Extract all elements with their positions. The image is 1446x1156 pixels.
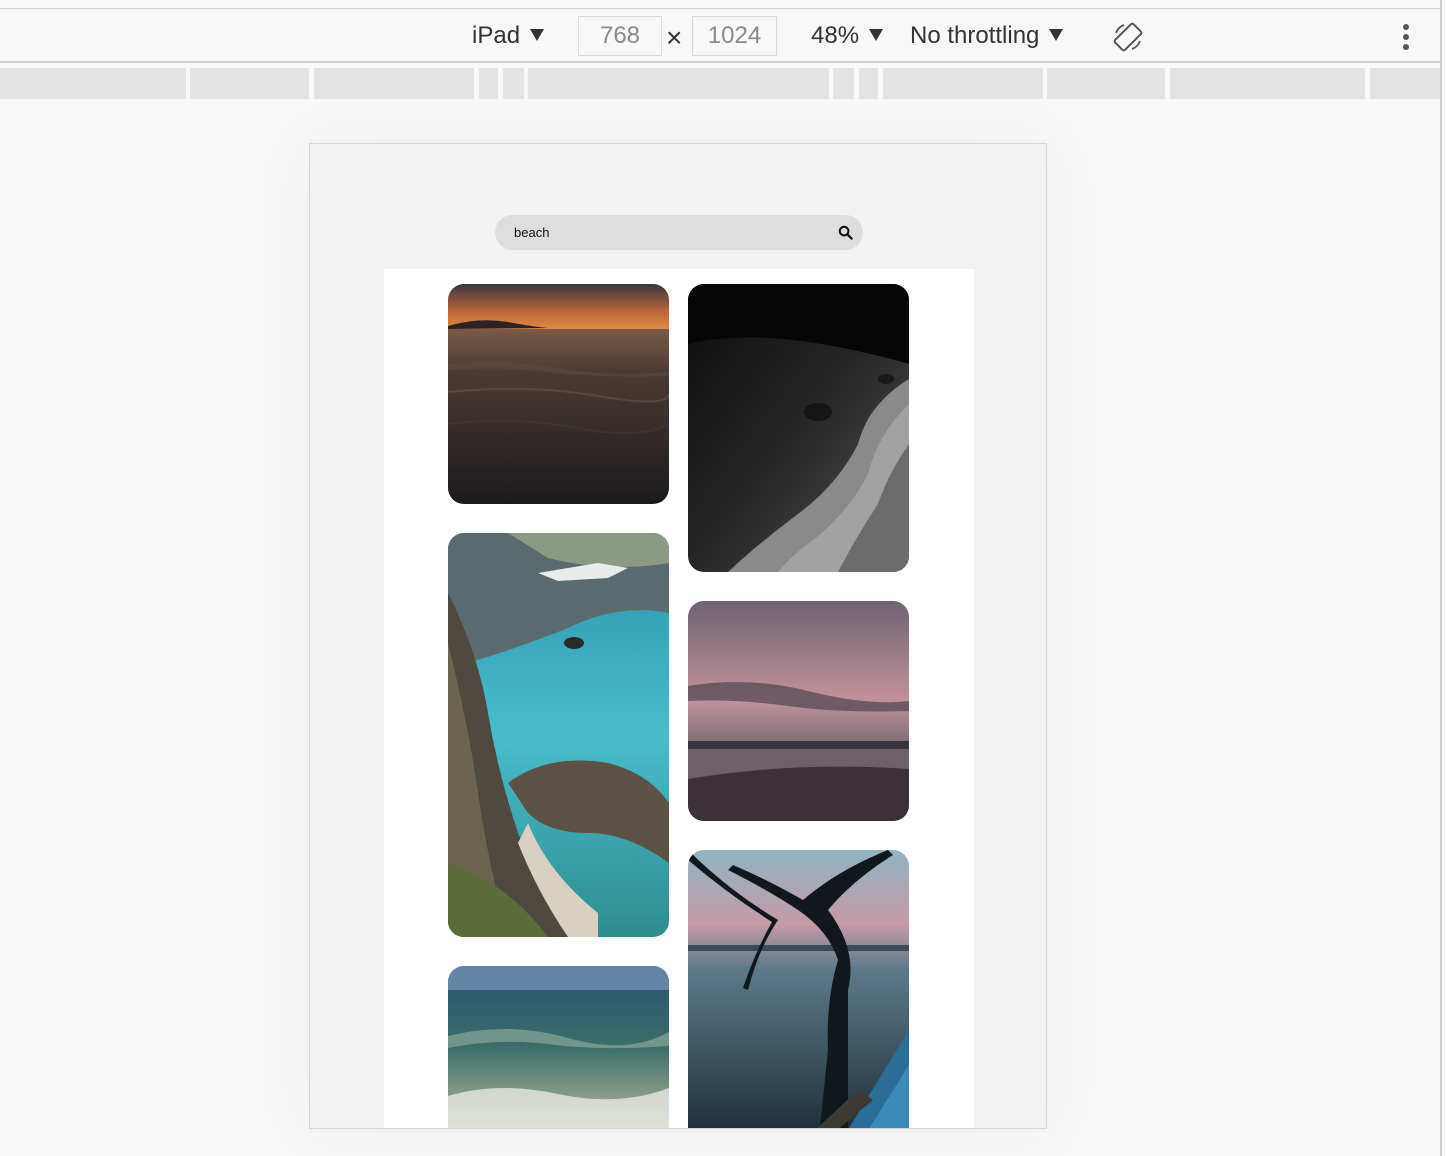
turquoise-bay-cliffs-photo[interactable] — [448, 533, 669, 937]
height-input[interactable]: 1024 — [692, 16, 777, 56]
device-select[interactable]: iPad — [472, 9, 545, 63]
search-input[interactable]: beach — [514, 215, 549, 250]
zoom-label: 48% — [811, 22, 860, 49]
throttling-label: No throttling — [910, 22, 1040, 49]
media-query-segment[interactable] — [1047, 68, 1165, 99]
media-query-segment[interactable] — [859, 68, 878, 99]
media-query-segment[interactable] — [833, 68, 854, 99]
media-query-segment[interactable] — [528, 68, 829, 99]
zoom-select[interactable]: 48% — [811, 9, 884, 63]
device-label: iPad — [472, 22, 521, 49]
media-query-segment[interactable] — [883, 68, 1043, 99]
media-query-segment[interactable] — [503, 68, 524, 99]
media-query-segment[interactable] — [190, 68, 309, 99]
more-vert-icon[interactable] — [1394, 21, 1418, 53]
media-query-bar — [0, 65, 1440, 99]
search-icon[interactable] — [838, 225, 853, 240]
media-query-segment[interactable] — [314, 68, 474, 99]
caret-down-icon — [530, 28, 545, 41]
caret-down-icon — [869, 28, 884, 41]
black-white-shore-photo[interactable] — [688, 284, 909, 572]
media-query-segment[interactable] — [1170, 68, 1365, 99]
media-query-segment[interactable] — [0, 68, 186, 99]
media-query-segment[interactable] — [1370, 68, 1440, 99]
beach-sunset-photo[interactable] — [448, 284, 669, 504]
device-viewport: beach — [309, 143, 1047, 1129]
sea-waves-photo[interactable] — [448, 966, 669, 1128]
window-edge — [1440, 0, 1446, 1156]
throttling-select[interactable]: No throttling — [910, 9, 1064, 63]
caret-down-icon — [1049, 28, 1064, 41]
device-toolbar: iPad 768 × 1024 48% No throttling — [0, 9, 1446, 63]
media-query-segment[interactable] — [479, 68, 498, 99]
devtools-top-edge — [0, 0, 1446, 9]
pink-dusk-lake-photo[interactable] — [688, 601, 909, 821]
times-icon: × — [666, 22, 683, 53]
rotate-icon[interactable] — [1112, 21, 1144, 53]
results-grid — [384, 269, 974, 1128]
tree-silhouette-pier-photo[interactable] — [688, 850, 909, 1128]
width-input[interactable]: 768 — [578, 16, 662, 56]
search-bar[interactable]: beach — [495, 215, 863, 250]
